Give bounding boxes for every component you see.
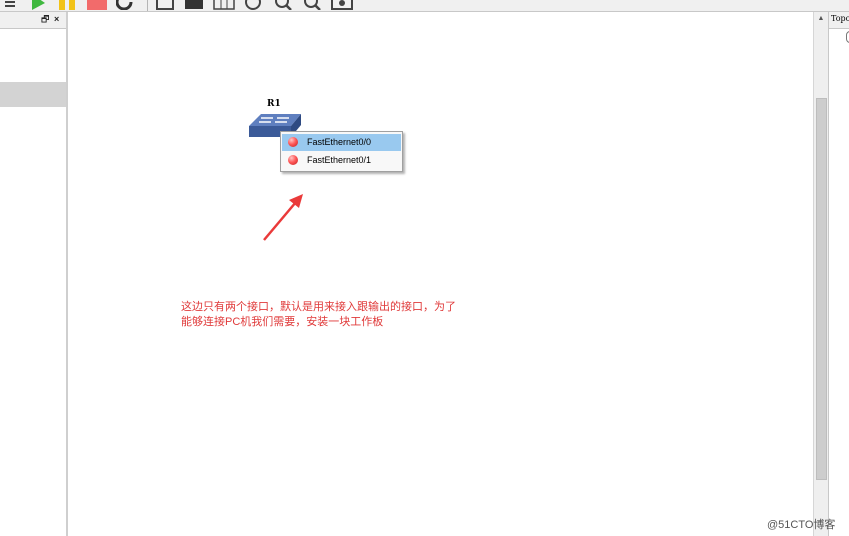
menu-item-fastethernet0-1[interactable]: FastEthernet0/1 [282,152,401,169]
menu-item-label: FastEthernet0/1 [307,155,372,165]
vertical-scrollbar[interactable]: ▲ [813,12,828,536]
pause-icon[interactable] [58,0,76,10]
router-label: R1 [267,99,281,109]
left-dock-panel: 🗗 × [0,12,66,536]
annotation-line-2: 能够连接PC机我们需要，安装一块工作板 [181,316,384,328]
annotation-arrow [263,194,303,241]
right-dock-header: Topo… [829,12,849,29]
menu-icon[interactable] [3,0,17,10]
right-dock-title: Topo… [831,14,849,23]
scroll-up-icon[interactable]: ▲ [814,14,828,24]
link-down-icon [288,137,298,147]
toolbar [0,0,849,11]
link-down-icon [288,155,298,165]
toolbar-separator [147,0,148,11]
annotation-text: 这边只有两个接口，默认是用来接入跟输出的接口，为了 能够连接PC机我们需要，安装… [181,300,501,330]
scrollbar-thumb[interactable] [816,98,827,480]
play-icon[interactable] [30,0,46,10]
selected-dock-item[interactable] [0,82,66,107]
settings-icon[interactable] [243,0,263,10]
close-icon[interactable]: × [54,13,59,26]
right-dock-panel: Topo… [828,12,849,536]
console-icon[interactable] [156,0,174,10]
screenshot-icon[interactable] [184,0,204,10]
menu-item-fastethernet0-0[interactable]: FastEthernet0/0 [282,134,401,151]
zoom-out-icon[interactable] [302,0,322,10]
camera-icon[interactable] [331,0,353,10]
restore-icon[interactable]: 🗗 [41,13,49,26]
left-dock-header: 🗗 × [0,12,66,29]
reload-icon[interactable] [116,0,134,10]
topology-canvas[interactable] [68,12,813,536]
interface-context-menu: FastEthernet0/0 FastEthernet0/1 [280,131,403,172]
stop-icon[interactable] [87,0,107,10]
grid-icon[interactable] [213,0,235,10]
menu-item-label: FastEthernet0/0 [307,137,372,147]
zoom-in-icon[interactable] [273,0,293,10]
annotation-line-1: 这边只有两个接口，默认是用来接入跟输出的接口，为了 [181,301,456,313]
watermark: @51CTO博客 [767,519,836,531]
